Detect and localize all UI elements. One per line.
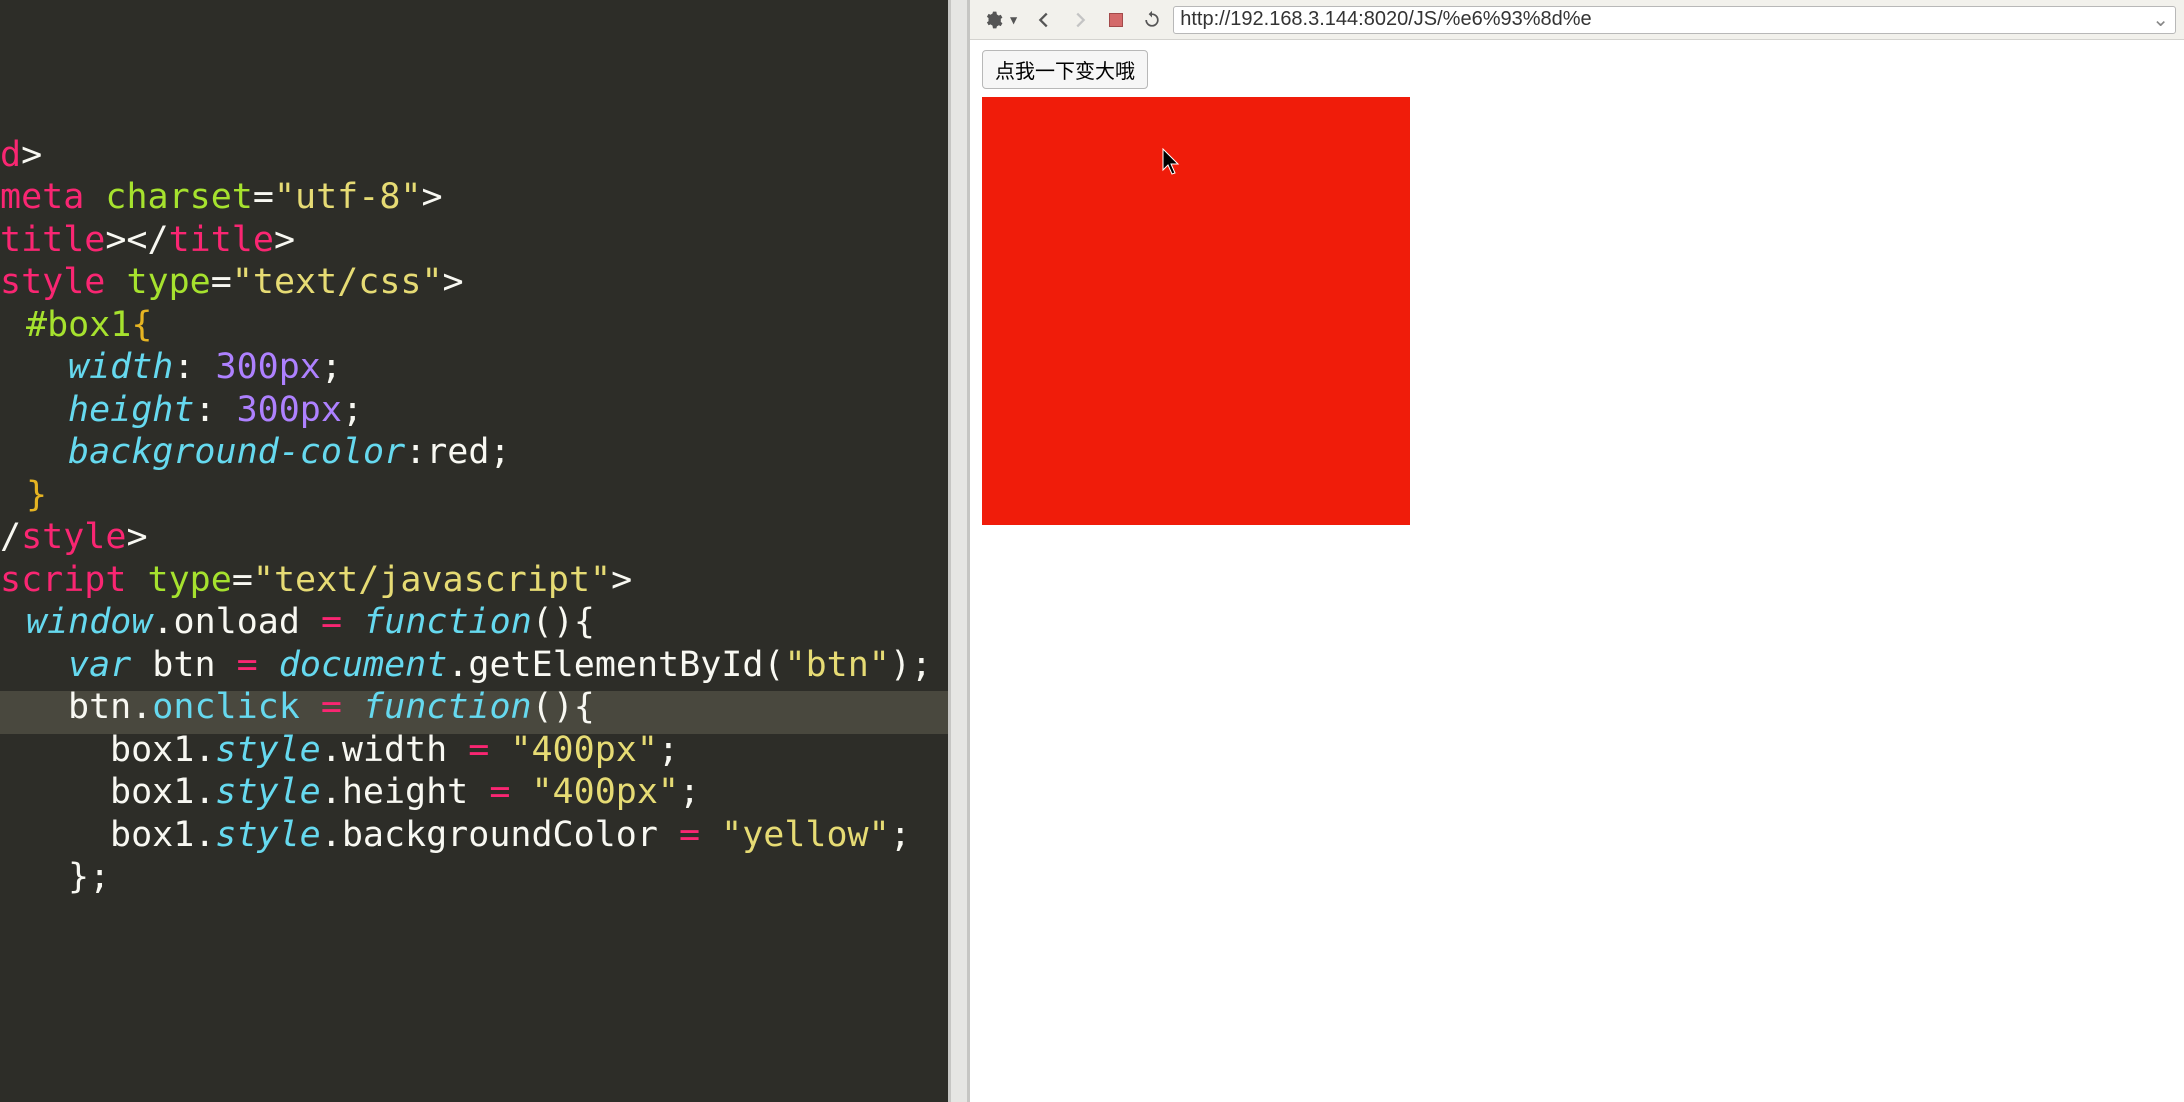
stop-button[interactable] <box>1101 6 1131 34</box>
chevron-down-icon: ⌄ <box>2146 7 2169 32</box>
url-bar[interactable]: http://192.168.3.144:8020/JS/%e6%93%8d%e… <box>1173 6 2176 34</box>
stop-icon <box>1109 13 1123 27</box>
red-box <box>982 97 1410 525</box>
enlarge-button[interactable]: 点我一下变大哦 <box>982 50 1148 89</box>
code-content: d>meta charset="utf-8">title></title>sty… <box>0 134 948 899</box>
back-button[interactable] <box>1029 6 1059 34</box>
browser-preview-pane: ▼ http://192.168.3.144:8020/JS/%e6%93%8d… <box>970 0 2184 1102</box>
pane-splitter[interactable] <box>948 0 970 1102</box>
reload-button[interactable] <box>1137 6 1167 34</box>
browser-toolbar: ▼ http://192.168.3.144:8020/JS/%e6%93%8d… <box>970 0 2184 40</box>
dropdown-icon: ▼ <box>1010 13 1017 27</box>
settings-menu[interactable]: ▼ <box>978 6 1017 34</box>
url-text: http://192.168.3.144:8020/JS/%e6%93%8d%e <box>1180 8 1591 31</box>
gear-icon <box>978 6 1008 34</box>
forward-button[interactable] <box>1065 6 1095 34</box>
rendered-page: 点我一下变大哦 <box>970 40 2184 1102</box>
code-editor[interactable]: d>meta charset="utf-8">title></title>sty… <box>0 0 948 1102</box>
